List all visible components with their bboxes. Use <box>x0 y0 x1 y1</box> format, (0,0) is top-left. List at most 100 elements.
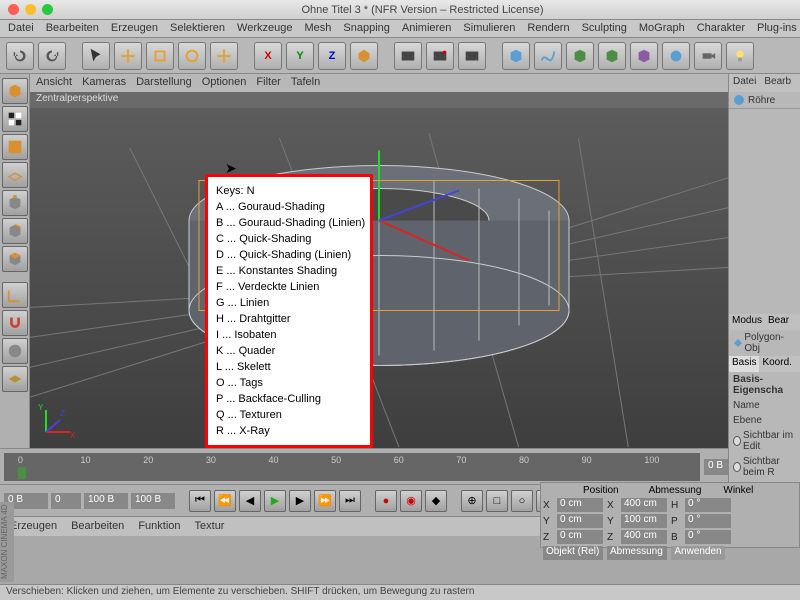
keyframe-sel-button[interactable]: ◆ <box>425 490 447 512</box>
current-frame-field[interactable]: 0 <box>51 493 81 509</box>
popup-item[interactable]: I ... Isobaten <box>216 327 362 343</box>
popup-item[interactable]: H ... Drahtgitter <box>216 311 362 327</box>
render-view-button[interactable] <box>394 42 422 70</box>
object-tree-item[interactable]: Röhre <box>729 92 800 109</box>
menu-selektieren[interactable]: Selektieren <box>170 22 225 35</box>
pos-y-field[interactable]: 0 cm <box>557 514 603 528</box>
dim-mode-dropdown[interactable]: Abmessung <box>607 546 667 560</box>
am-subtab-basis[interactable]: Basis <box>729 356 759 372</box>
undo-button[interactable] <box>6 42 34 70</box>
prev-key-button[interactable]: ⏪ <box>214 490 236 512</box>
viewport-3d[interactable]: Y X Z ➤ Keys: N A ... Gouraud-Shading B … <box>30 108 728 448</box>
am-vis-edit-row[interactable]: Sichtbar im Edit <box>729 428 800 454</box>
prev-frame-button[interactable]: ◀ <box>239 490 261 512</box>
y-axis-button[interactable]: Y <box>286 42 314 70</box>
deformer-button[interactable] <box>630 42 658 70</box>
light-button[interactable] <box>726 42 754 70</box>
modeling-button[interactable] <box>598 42 626 70</box>
vmenu-tafeln[interactable]: Tafeln <box>291 76 320 90</box>
vmenu-kameras[interactable]: Kameras <box>82 76 126 90</box>
goto-end-button[interactable]: ⏭ <box>339 490 361 512</box>
ang-h-field[interactable]: 0 ° <box>685 498 731 512</box>
vmenu-darstellung[interactable]: Darstellung <box>136 76 192 90</box>
play-button[interactable]: ▶ <box>264 490 286 512</box>
pos-x-field[interactable]: 0 cm <box>557 498 603 512</box>
timeline-track[interactable]: 0 10 20 30 40 50 60 70 80 90 100 <box>4 453 700 481</box>
range-end-field[interactable]: 100 B <box>84 493 128 509</box>
texture-mode-button[interactable] <box>2 134 28 160</box>
point-mode-button[interactable] <box>2 190 28 216</box>
record-button[interactable]: ● <box>375 490 397 512</box>
ang-b-field[interactable]: 0 ° <box>685 530 731 544</box>
am-tab-bear[interactable]: Bear <box>765 314 792 330</box>
vmenu-ansicht[interactable]: Ansicht <box>36 76 72 90</box>
spline-button[interactable] <box>534 42 562 70</box>
last-tool-button[interactable] <box>210 42 238 70</box>
dim-x-field[interactable]: 400 cm <box>621 498 667 512</box>
mm-tab-funktion[interactable]: Funktion <box>138 520 180 533</box>
select-tool-button[interactable] <box>82 42 110 70</box>
menu-plugins[interactable]: Plug-ins <box>757 22 797 35</box>
workplane-button[interactable] <box>2 162 28 188</box>
key-scale-button[interactable]: □ <box>486 490 508 512</box>
rotate-tool-button[interactable] <box>178 42 206 70</box>
dim-z-field[interactable]: 400 cm <box>621 530 667 544</box>
vmenu-optionen[interactable]: Optionen <box>202 76 247 90</box>
popup-item[interactable]: F ... Verdeckte Linien <box>216 279 362 295</box>
next-key-button[interactable]: ⏩ <box>314 490 336 512</box>
close-window-icon[interactable] <box>8 4 19 15</box>
redo-button[interactable] <box>38 42 66 70</box>
goto-start-button[interactable]: ⏮ <box>189 490 211 512</box>
environment-button[interactable] <box>662 42 690 70</box>
ang-p-field[interactable]: 0 ° <box>685 514 731 528</box>
polygon-mode-button[interactable] <box>2 246 28 272</box>
popup-item[interactable]: O ... Tags <box>216 375 362 391</box>
menu-simulieren[interactable]: Simulieren <box>463 22 515 35</box>
pos-z-field[interactable]: 0 cm <box>557 530 603 544</box>
popup-item[interactable]: K ... Quader <box>216 343 362 359</box>
popup-item[interactable]: P ... Backface-Culling <box>216 391 362 407</box>
scale-tool-button[interactable] <box>146 42 174 70</box>
z-axis-button[interactable]: Z <box>318 42 346 70</box>
popup-item[interactable]: E ... Konstantes Shading <box>216 263 362 279</box>
minimize-window-icon[interactable] <box>25 4 36 15</box>
mm-tab-erzeugen[interactable]: Erzeugen <box>10 520 57 533</box>
render-settings-button[interactable] <box>458 42 486 70</box>
tweak-button[interactable] <box>2 366 28 392</box>
menu-sculpting[interactable]: Sculpting <box>582 22 627 35</box>
soft-select-button[interactable] <box>2 338 28 364</box>
playhead-icon[interactable] <box>18 467 26 479</box>
dim-y-field[interactable]: 100 cm <box>621 514 667 528</box>
model-mode-button[interactable] <box>2 106 28 132</box>
om-tab-bearb[interactable]: Bearb <box>760 74 795 92</box>
radio-icon[interactable] <box>733 462 741 472</box>
apply-button[interactable]: Anwenden <box>671 546 725 560</box>
menu-werkzeuge[interactable]: Werkzeuge <box>237 22 292 35</box>
axis-mode-button[interactable] <box>2 282 28 308</box>
popup-item[interactable]: A ... Gouraud-Shading <box>216 199 362 215</box>
popup-item[interactable]: D ... Quick-Shading (Linien) <box>216 247 362 263</box>
camera-button[interactable] <box>694 42 722 70</box>
menu-erzeugen[interactable]: Erzeugen <box>111 22 158 35</box>
timeline-ruler[interactable]: 0 10 20 30 40 50 60 70 80 90 100 0 B 0 B <box>0 448 800 484</box>
render-picture-button[interactable] <box>426 42 454 70</box>
menu-datei[interactable]: Datei <box>8 22 34 35</box>
menu-charakter[interactable]: Charakter <box>697 22 745 35</box>
menu-animieren[interactable]: Animieren <box>402 22 452 35</box>
menu-rendern[interactable]: Rendern <box>527 22 569 35</box>
am-vis-rend-row[interactable]: Sichtbar beim R <box>729 454 800 480</box>
x-axis-button[interactable]: X <box>254 42 282 70</box>
edge-mode-button[interactable] <box>2 218 28 244</box>
primitive-cube-button[interactable] <box>502 42 530 70</box>
next-frame-button[interactable]: ▶ <box>289 490 311 512</box>
popup-item[interactable]: L ... Skelett <box>216 359 362 375</box>
snap-button[interactable] <box>2 310 28 336</box>
move-tool-button[interactable] <box>114 42 142 70</box>
nurbs-button[interactable] <box>566 42 594 70</box>
key-rot-button[interactable]: ○ <box>511 490 533 512</box>
coord-system-button[interactable] <box>350 42 378 70</box>
vmenu-filter[interactable]: Filter <box>256 76 280 90</box>
am-subtab-koord[interactable]: Koord. <box>759 356 794 372</box>
make-editable-button[interactable] <box>2 78 28 104</box>
popup-item[interactable]: Q ... Texturen <box>216 407 362 423</box>
